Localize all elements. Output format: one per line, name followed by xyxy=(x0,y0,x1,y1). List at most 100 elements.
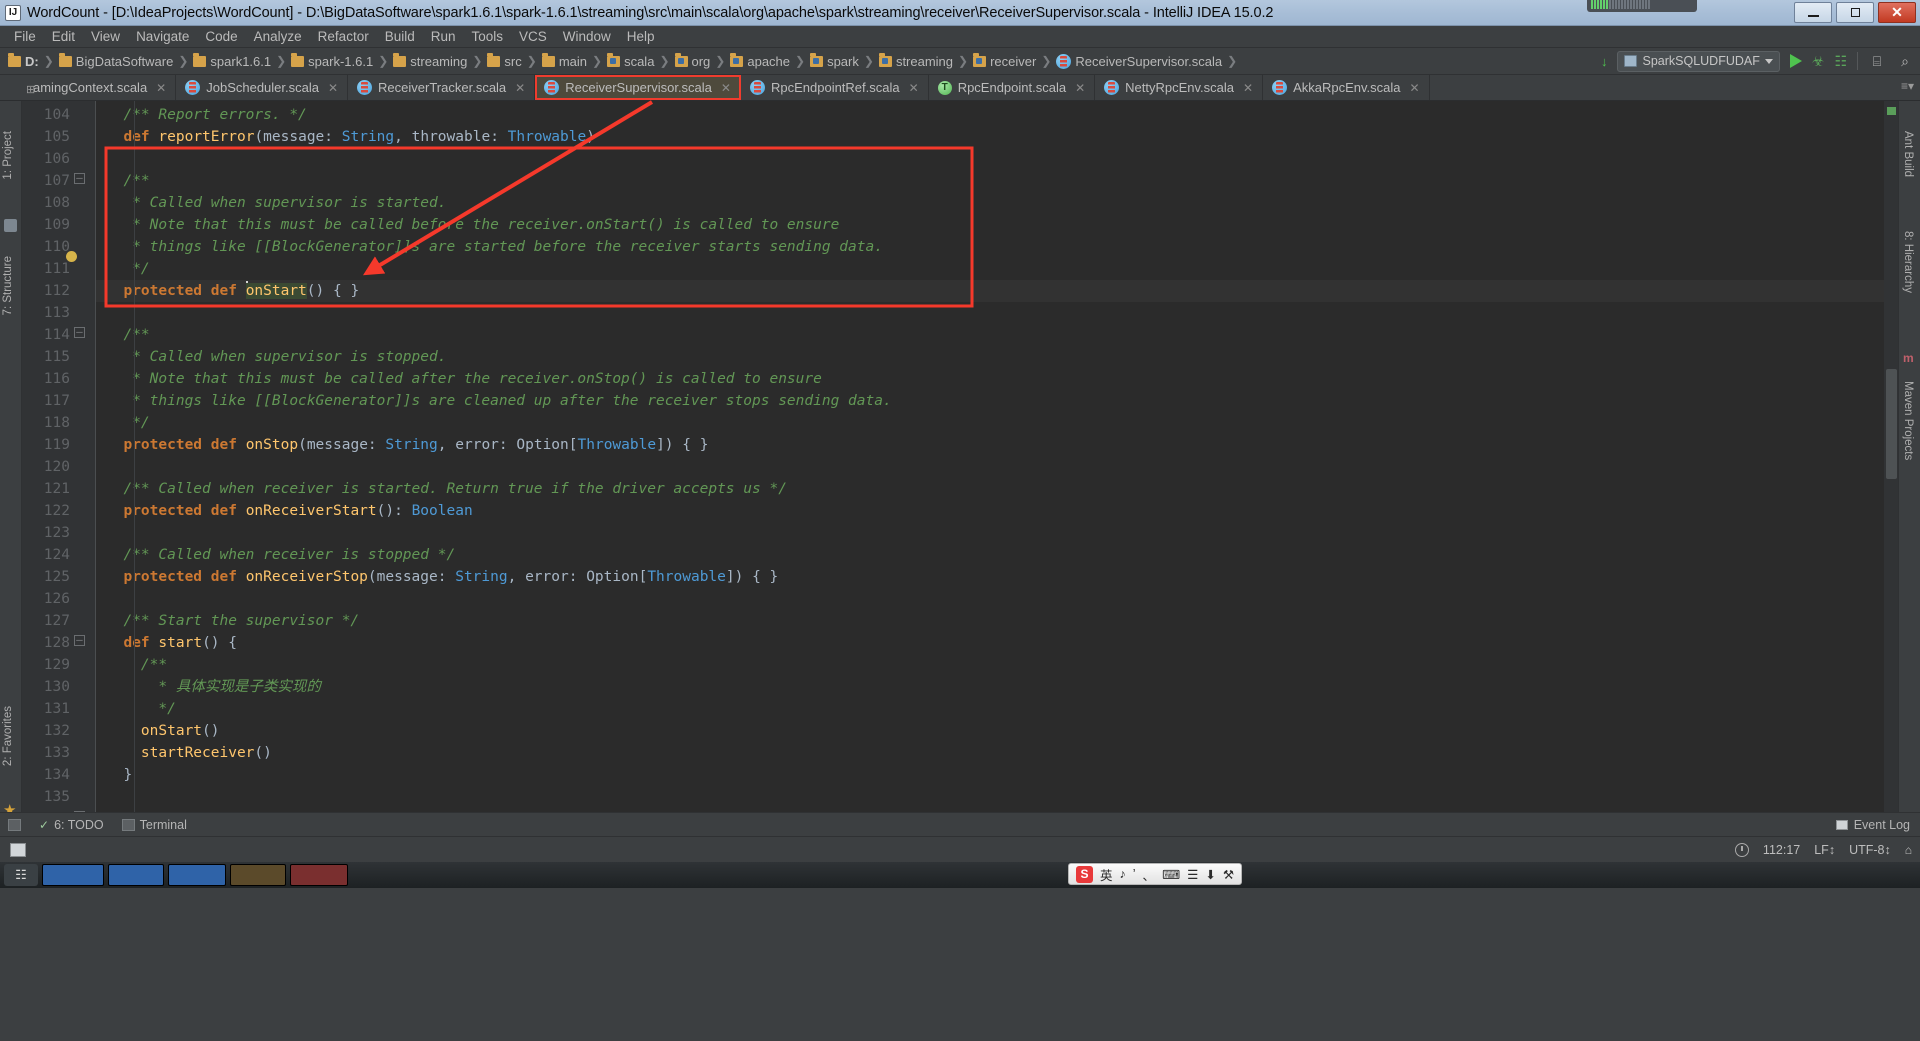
event-log-button[interactable]: Event Log xyxy=(1835,818,1910,832)
run-icon[interactable] xyxy=(1789,54,1802,68)
taskbar-item[interactable] xyxy=(108,864,164,886)
update-project-icon[interactable]: ↓ xyxy=(1601,54,1608,69)
taskbar-item[interactable] xyxy=(290,864,348,886)
sidebar-item-ant-build[interactable]: Ant Build xyxy=(1902,131,1914,177)
close-icon[interactable]: ✕ xyxy=(328,81,338,95)
terminal-tool-window-button[interactable]: Terminal xyxy=(121,818,187,832)
minimize-button[interactable] xyxy=(1794,2,1832,23)
code-fold-toggle[interactable]: ─ xyxy=(74,327,85,338)
breadcrumb-main[interactable]: main xyxy=(540,53,589,69)
status-indicator-icon[interactable] xyxy=(10,842,26,857)
caret-position[interactable]: 112:17 xyxy=(1763,843,1800,857)
ime-language[interactable]: 英 xyxy=(1100,865,1113,884)
menu-file[interactable]: File xyxy=(6,27,44,46)
breadcrumb-bigdatasoftware[interactable]: BigDataSoftware xyxy=(57,53,176,69)
close-icon[interactable]: ✕ xyxy=(1075,81,1085,95)
close-icon[interactable]: ✕ xyxy=(909,81,919,95)
ime-menu-icon[interactable]: ☰ xyxy=(1187,867,1198,882)
menu-vcs[interactable]: VCS xyxy=(511,27,555,46)
todo-tool-window-button[interactable]: ✓ 6: TODO xyxy=(39,818,104,832)
layout-icon[interactable]: ⌸ xyxy=(1868,53,1886,70)
scala-file-icon xyxy=(357,80,373,95)
editor-gutter[interactable]: 104 105 106 107 108 109 110 111 112 113 … xyxy=(22,101,96,812)
breadcrumb-scala[interactable]: scala xyxy=(605,53,656,69)
tab-rpcendpointref[interactable]: RpcEndpointRef.scala ✕ xyxy=(740,75,929,100)
tab-jobscheduler[interactable]: JobScheduler.scala ✕ xyxy=(176,75,349,100)
ime-download-icon[interactable]: ⬇ xyxy=(1205,867,1215,882)
code-fold-toggle[interactable]: ─ xyxy=(74,635,85,646)
code-line: */ xyxy=(106,415,150,431)
code-editor[interactable]: 104 105 106 107 108 109 110 111 112 113 … xyxy=(22,101,1898,812)
intention-bulb-icon[interactable] xyxy=(66,251,77,262)
tab-rpcendpoint[interactable]: T RpcEndpoint.scala ✕ xyxy=(928,75,1096,100)
breadcrumb-receiver[interactable]: receiver xyxy=(971,53,1038,69)
menu-navigate[interactable]: Navigate xyxy=(128,27,197,46)
lock-icon[interactable]: ⌂ xyxy=(1905,843,1912,857)
ime-toolbar[interactable]: S 英 ♪ ’ 、 ⌨ ☰ ⬇ ⚒ xyxy=(1068,863,1243,885)
taskbar-item[interactable] xyxy=(168,864,226,886)
breadcrumb-streaming-2[interactable]: streaming xyxy=(877,53,955,69)
scrollbar-thumb[interactable] xyxy=(1886,369,1897,479)
menu-run[interactable]: Run xyxy=(423,27,464,46)
line-separator[interactable]: LF↕ xyxy=(1814,843,1835,857)
editor-scrollbar[interactable] xyxy=(1884,101,1898,812)
windows-taskbar: ☷ S 英 ♪ ’ 、 ⌨ ☰ ⬇ ⚒ xyxy=(0,862,1920,888)
tab-list-icon[interactable]: ≡▾ xyxy=(1901,79,1914,93)
sidebar-item-favorites[interactable]: 2: Favorites xyxy=(2,706,14,766)
tab-nettyrpcenv[interactable]: NettyRpcEnv.scala ✕ xyxy=(1095,75,1264,100)
menu-view[interactable]: View xyxy=(83,27,128,46)
project-panel-icon[interactable] xyxy=(4,219,17,232)
menu-build[interactable]: Build xyxy=(377,27,423,46)
menu-window[interactable]: Window xyxy=(555,27,619,46)
sidebar-item-structure[interactable]: 7: Structure xyxy=(2,256,14,315)
search-icon[interactable]: ⌕ xyxy=(1896,53,1914,70)
close-icon[interactable]: ✕ xyxy=(515,81,525,95)
breadcrumb-spark[interactable]: spark xyxy=(808,53,861,69)
breadcrumb-org[interactable]: org xyxy=(673,53,713,69)
breadcrumb-spark161[interactable]: spark1.6.1 xyxy=(191,53,273,69)
menu-help[interactable]: Help xyxy=(619,27,663,46)
breadcrumb-src[interactable]: src xyxy=(485,53,523,69)
ime-tone-icon[interactable]: ♪ xyxy=(1120,867,1126,881)
file-encoding[interactable]: UTF-8↕ xyxy=(1849,843,1891,857)
breadcrumb-receiversupervisor-file[interactable]: ReceiverSupervisor.scala xyxy=(1054,53,1224,69)
menu-tools[interactable]: Tools xyxy=(464,27,512,46)
maximize-button[interactable] xyxy=(1836,2,1874,23)
sidebar-item-project[interactable]: 1: Project xyxy=(2,131,14,180)
debug-icon[interactable]: ☣ xyxy=(1812,53,1825,70)
ime-keyboard-icon[interactable]: ⌨ xyxy=(1162,867,1180,882)
ime-settings-icon[interactable]: ⚒ xyxy=(1223,867,1234,882)
tab-receivertracker[interactable]: ReceiverTracker.scala ✕ xyxy=(348,75,536,100)
tab-receiversupervisor[interactable]: ReceiverSupervisor.scala ✕ xyxy=(535,75,741,100)
tab-akkarpcenv[interactable]: AkkaRpcEnv.scala ✕ xyxy=(1263,75,1430,100)
close-button[interactable]: ✕ xyxy=(1878,2,1916,23)
taskbar-item[interactable] xyxy=(230,864,286,886)
ime-comma-icon[interactable]: 、 xyxy=(1143,865,1156,884)
code-line: /** xyxy=(106,327,150,343)
run-configuration-selector[interactable]: SparkSQLUDFUDAF xyxy=(1617,50,1780,72)
menu-edit[interactable]: Edit xyxy=(44,27,83,46)
line-number: 121 xyxy=(43,481,70,497)
editor-text-area[interactable]: /** Report errors. */ def reportError(me… xyxy=(96,101,1884,812)
breadcrumb-streaming[interactable]: streaming xyxy=(391,53,469,69)
close-icon[interactable]: ✕ xyxy=(156,81,166,95)
clock-icon[interactable] xyxy=(1734,842,1749,857)
code-fold-toggle[interactable]: ─ xyxy=(74,173,85,184)
menu-code[interactable]: Code xyxy=(197,27,245,46)
close-icon[interactable]: ✕ xyxy=(1243,81,1253,95)
close-icon[interactable]: ✕ xyxy=(721,81,731,95)
close-icon[interactable]: ✕ xyxy=(1410,81,1420,95)
sidebar-item-maven-projects[interactable]: Maven Projects xyxy=(1902,381,1914,460)
taskbar-item[interactable] xyxy=(42,864,104,886)
tab-streamingcontext[interactable]: ⊞ amingContext.scala ✕ xyxy=(24,75,177,100)
start-button[interactable]: ☷ xyxy=(4,864,38,886)
ime-punctuation-icon[interactable]: ’ xyxy=(1133,867,1136,881)
breadcrumb-spark-161[interactable]: spark-1.6.1 xyxy=(289,53,375,69)
restore-layout-icon[interactable] xyxy=(8,818,21,831)
breadcrumb-d[interactable]: D: xyxy=(6,53,41,69)
menu-analyze[interactable]: Analyze xyxy=(246,27,310,46)
menu-refactor[interactable]: Refactor xyxy=(310,27,377,46)
coverage-icon[interactable]: ☷ xyxy=(1834,53,1847,70)
sidebar-item-hierarchy[interactable]: 8: Hierarchy xyxy=(1902,231,1914,293)
breadcrumb-apache[interactable]: apache xyxy=(728,53,792,69)
